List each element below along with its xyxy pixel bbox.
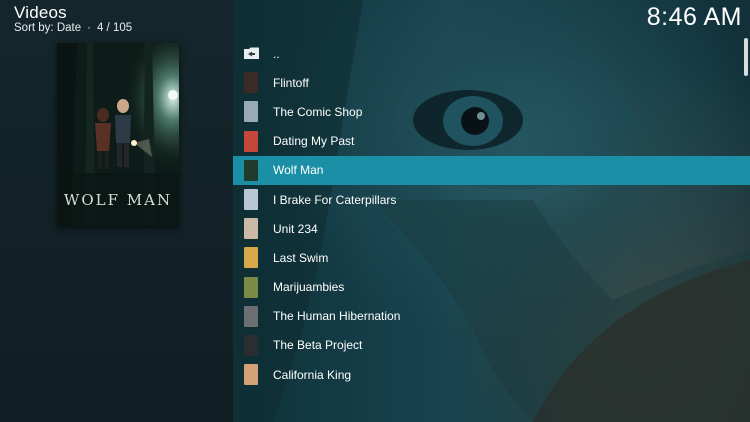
list-item[interactable]: The Beta Project	[233, 331, 750, 360]
selected-poster: WOLF MAN	[57, 43, 179, 226]
thumbnail-icon	[244, 334, 258, 356]
list-item[interactable]: The Human Hibernation	[233, 302, 750, 331]
scrollbar[interactable]	[744, 38, 748, 76]
thumbnail-icon	[244, 188, 258, 210]
media-library-screen: Videos Sort by: Date · 4 / 105 8:46 AM W…	[0, 0, 750, 422]
folder-back-icon	[244, 47, 259, 59]
list-item[interactable]: Marijuambies	[233, 273, 750, 302]
parent-folder-row[interactable]: ..	[233, 39, 750, 68]
list-item[interactable]: The Comic Shop	[233, 97, 750, 126]
list-item-label: Marijuambies	[273, 280, 345, 295]
list-item-label: The Human Hibernation	[273, 309, 401, 324]
list-item[interactable]: I Brake For Caterpillars	[233, 185, 750, 214]
clock: 8:46 AM	[646, 3, 742, 31]
thumbnail-icon	[244, 364, 258, 386]
thumbnail-icon	[244, 247, 258, 269]
list-item[interactable]: California King	[233, 360, 750, 389]
thumbnail-icon	[244, 72, 258, 94]
list-item[interactable]: Unit 234	[233, 214, 750, 243]
list-item-label: The Comic Shop	[273, 104, 363, 119]
list-item-label: The Beta Project	[273, 338, 363, 353]
thumbnail-icon	[244, 276, 258, 298]
file-list: .. Flintoff The Comic Shop Dating My Past W…	[233, 39, 750, 389]
list-item[interactable]: Dating My Past	[233, 127, 750, 156]
list-item-label: Dating My Past	[273, 134, 355, 149]
thumbnail-icon	[244, 101, 258, 123]
thumbnail-icon	[244, 130, 258, 152]
sort-label: Sort by: Date	[14, 22, 82, 34]
list-item-label: I Brake For Caterpillars	[273, 192, 397, 207]
list-item-label: Last Swim	[273, 250, 329, 265]
page-title: Videos	[14, 3, 67, 22]
list-item[interactable]: Last Swim	[233, 243, 750, 272]
sort-info[interactable]: Sort by: Date · 4 / 105	[14, 22, 132, 34]
thumbnail-icon	[244, 305, 258, 327]
separator-dot: ·	[87, 22, 91, 34]
thumbnail-icon	[244, 218, 258, 240]
list-item-label: Wolf Man	[273, 163, 324, 178]
list-item[interactable]: Wolf Man	[233, 155, 750, 185]
list-item[interactable]: Flintoff	[233, 68, 750, 97]
list-item-label: California King	[273, 367, 352, 382]
thumbnail-icon	[244, 159, 258, 181]
item-position: 4 / 105	[96, 22, 133, 34]
list-item-label: Flintoff	[273, 75, 309, 90]
poster-title: WOLF MAN	[63, 191, 173, 209]
parent-folder-label: ..	[273, 46, 280, 61]
list-item-label: Unit 234	[273, 221, 318, 236]
